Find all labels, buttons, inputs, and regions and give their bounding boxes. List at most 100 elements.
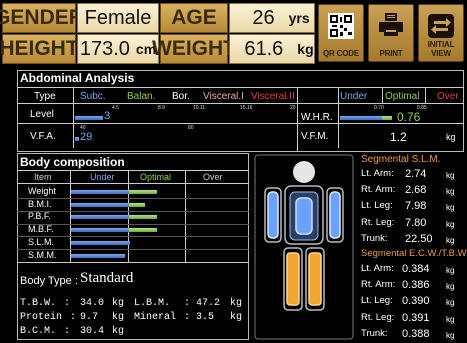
level-label: Level bbox=[30, 109, 54, 120]
seg-label: Lt. Leg: bbox=[361, 295, 393, 307]
divider bbox=[73, 88, 74, 148]
whr-label: W.H.R. bbox=[301, 112, 333, 123]
bcm-label: B.C.M. bbox=[20, 326, 57, 337]
seg-label: Lt. Arm: bbox=[361, 168, 394, 179]
mineral-unit: kg bbox=[230, 312, 243, 323]
initial-view-button[interactable]: INITIAL VIEW bbox=[418, 4, 464, 62]
row-bar-optimal bbox=[128, 215, 158, 220]
weight-value: 61.6 bbox=[244, 37, 284, 60]
left-arm-segment bbox=[329, 191, 341, 239]
refresh-icon bbox=[428, 14, 454, 38]
protein-unit: kg bbox=[112, 312, 125, 323]
col-over: Over bbox=[203, 172, 223, 182]
col-visceral-2: Visceral.II bbox=[251, 91, 295, 102]
colon: : bbox=[70, 312, 77, 323]
colon: : bbox=[184, 312, 191, 323]
divider bbox=[17, 183, 249, 184]
seg-unit: kg bbox=[446, 282, 455, 292]
gender-value: Female bbox=[77, 3, 159, 33]
seg-label: Lt. Arm: bbox=[361, 263, 394, 274]
seg-label: Rt. Arm: bbox=[361, 279, 396, 291]
col-type: Type bbox=[34, 91, 56, 102]
lbm-label: L.B.M. bbox=[134, 298, 171, 309]
row-label: M.B.F. bbox=[28, 224, 54, 235]
height-field: 173.0 cm bbox=[77, 34, 159, 64]
seg-label: Rt. Leg: bbox=[361, 311, 395, 323]
seg-label: Trunk: bbox=[361, 327, 388, 339]
patient-header: GENDER Female AGE 26 yrs HEIGHT 173.0 cm… bbox=[0, 0, 467, 66]
divider bbox=[17, 210, 249, 212]
colon: : bbox=[64, 326, 71, 337]
mineral-label: Mineral bbox=[134, 312, 177, 323]
body-composition-title: Body composition bbox=[20, 155, 125, 169]
row-label: P.B.F. bbox=[28, 211, 51, 222]
row-bar-under bbox=[71, 228, 129, 233]
divider bbox=[297, 103, 464, 104]
qr-code-icon bbox=[328, 13, 354, 39]
row-bar-under bbox=[71, 253, 126, 258]
vfm-unit: kg bbox=[446, 132, 456, 142]
abdominal-title: Abdominal Analysis bbox=[20, 71, 135, 85]
age-unit: yrs bbox=[288, 10, 310, 26]
col-under: Under bbox=[340, 91, 368, 102]
seg-value: 0.388 bbox=[402, 327, 430, 340]
divider bbox=[425, 88, 426, 104]
trunk-segment bbox=[295, 197, 313, 235]
row-bar-under bbox=[71, 202, 129, 207]
printer-icon bbox=[379, 13, 403, 36]
print-button[interactable]: PRINT bbox=[368, 4, 414, 62]
level-tick: 10.11 bbox=[193, 105, 206, 111]
level-bar bbox=[75, 116, 103, 120]
body-segment-figure bbox=[254, 154, 354, 340]
divider bbox=[382, 88, 383, 104]
right-leg-segment bbox=[286, 252, 300, 306]
colon: : bbox=[64, 298, 71, 309]
col-under: Under bbox=[90, 172, 115, 182]
body-type-value: Standard bbox=[80, 270, 134, 286]
row-label: S.L.M. bbox=[28, 236, 55, 247]
tbw-label: T.B.W. bbox=[20, 298, 57, 309]
seg-value: 0.390 bbox=[402, 295, 430, 308]
seg-value: 0.384 bbox=[402, 263, 430, 275]
lbm-unit: kg bbox=[230, 298, 243, 309]
divider bbox=[338, 88, 339, 148]
level-tick: 15.16 bbox=[240, 105, 253, 111]
level-tick: 20 bbox=[290, 105, 296, 111]
seg-label: Rt. Leg: bbox=[361, 216, 395, 228]
seg-value: 22.50 bbox=[405, 232, 433, 245]
seg-value: 2.74 bbox=[405, 168, 427, 180]
vfa-tick: 80 bbox=[188, 125, 194, 131]
qr-code-button[interactable]: QR CODE bbox=[318, 4, 364, 62]
tbw-value: 34.0 bbox=[80, 298, 105, 309]
initial-view-label: INITIAL VIEW bbox=[427, 40, 455, 58]
age-label: AGE bbox=[160, 3, 228, 33]
body-type-label: Body Type : bbox=[20, 275, 78, 287]
weight-label: WEIGHT bbox=[152, 34, 236, 64]
weight-unit: kg bbox=[297, 41, 314, 57]
divider bbox=[17, 170, 249, 171]
col-item: Item bbox=[34, 172, 52, 182]
divider bbox=[17, 87, 464, 88]
age-field: 26 yrs bbox=[229, 3, 315, 33]
col-subc: Subc. bbox=[80, 91, 106, 102]
divider bbox=[17, 123, 297, 124]
weight-field: 61.6 kg bbox=[229, 34, 315, 64]
level-value: 3 bbox=[104, 110, 111, 122]
protein-label: Protein bbox=[20, 312, 63, 323]
row-bar-optimal bbox=[128, 228, 158, 233]
seg-unit: kg bbox=[446, 330, 455, 340]
seg-unit: kg bbox=[446, 298, 455, 308]
col-bor: Bor. bbox=[172, 91, 190, 102]
tbw-unit: kg bbox=[112, 298, 125, 309]
height-value: 173.0 bbox=[79, 37, 130, 60]
seg-unit: kg bbox=[446, 219, 455, 229]
level-tick: 8.9 bbox=[158, 105, 165, 111]
seg-unit: kg bbox=[446, 171, 455, 180]
protein-value: 9.7 bbox=[80, 312, 99, 323]
bcm-unit: kg bbox=[112, 326, 125, 337]
mineral-value: 3.5 bbox=[196, 312, 215, 323]
gender-label: GENDER bbox=[0, 3, 84, 33]
age-value: 26 bbox=[252, 6, 275, 29]
seg-value: 2.68 bbox=[405, 184, 427, 197]
whr-bar-optimal bbox=[382, 116, 392, 120]
